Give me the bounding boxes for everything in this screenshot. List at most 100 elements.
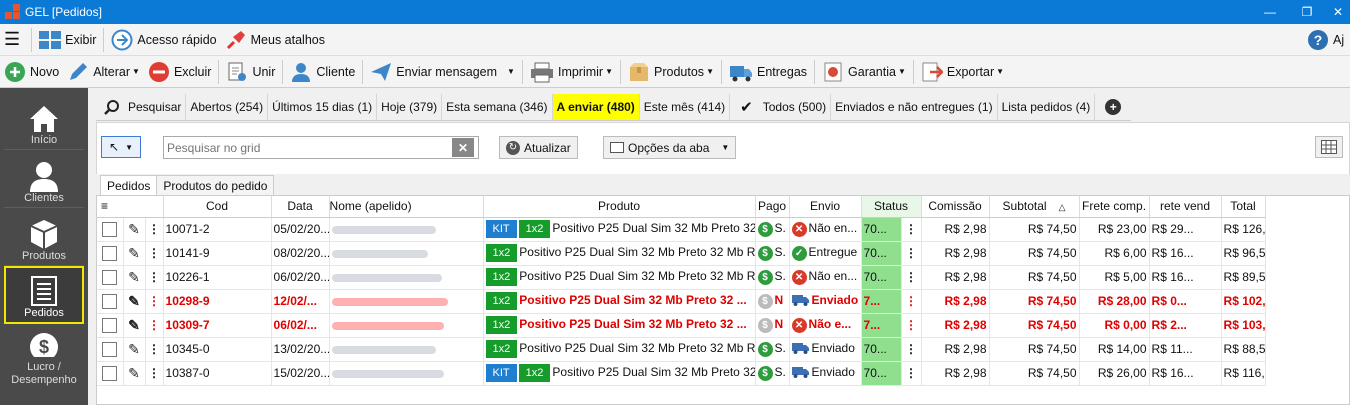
more-options-icon[interactable]: ⋮ bbox=[148, 246, 160, 260]
row-checkbox[interactable] bbox=[102, 317, 118, 333]
atualizar-button[interactable]: ↻ Atualizar bbox=[499, 136, 578, 159]
row-checkbox[interactable] bbox=[102, 221, 118, 237]
more-options-icon[interactable]: ⋮ bbox=[148, 318, 160, 332]
sidebar-item-inicio[interactable]: Início bbox=[4, 92, 84, 150]
row-checkbox[interactable] bbox=[102, 269, 118, 285]
clear-search-button[interactable]: ✕ bbox=[452, 138, 474, 157]
column-header[interactable]: Frete comp. bbox=[1079, 196, 1150, 218]
more-options-icon[interactable]: ⋮ bbox=[148, 294, 160, 308]
help-button[interactable]: ? Aj bbox=[1303, 26, 1348, 54]
column-header[interactable]: Nome (apelido) bbox=[329, 196, 484, 218]
row-checkbox[interactable] bbox=[102, 245, 118, 261]
more-options-icon[interactable]: ⋮ bbox=[148, 366, 160, 380]
meus-atalhos-button[interactable]: Meus atalhos bbox=[221, 26, 329, 54]
menu-cell[interactable]: ⋮ bbox=[145, 217, 164, 242]
exibir-button[interactable]: Exibir bbox=[35, 26, 100, 54]
edit-pencil-icon[interactable]: ✎ bbox=[128, 341, 140, 357]
menu-cell[interactable]: ⋮ bbox=[145, 313, 164, 338]
minimize-button[interactable]: — bbox=[1250, 0, 1290, 24]
tab-lista-pedidos-4[interactable]: Lista pedidos (4) bbox=[998, 94, 1096, 120]
column-header[interactable]: Produto bbox=[483, 196, 756, 218]
table-row[interactable]: ✎ ⋮ 10387-0 15/02/20... KIT 1x2 Positivo P25 D… bbox=[97, 361, 1350, 386]
column-header[interactable]: Envio bbox=[789, 196, 862, 218]
checkbox-cell[interactable] bbox=[97, 241, 124, 266]
cliente-button[interactable]: Cliente bbox=[286, 58, 359, 86]
checkbox-cell[interactable] bbox=[97, 313, 124, 338]
edit-cell[interactable]: ✎ bbox=[123, 337, 146, 362]
more-options-icon[interactable]: ⋮ bbox=[905, 366, 917, 380]
checkbox-cell[interactable] bbox=[97, 337, 124, 362]
novo-button[interactable]: Novo bbox=[0, 58, 63, 86]
column-header[interactable]: Cod bbox=[163, 196, 272, 218]
edit-cell[interactable]: ✎ bbox=[123, 241, 146, 266]
close-button[interactable]: ✕ bbox=[1318, 0, 1350, 24]
add-tab-button[interactable]: + bbox=[1095, 94, 1131, 120]
acesso-rapido-button[interactable]: Acesso rápido bbox=[107, 26, 220, 54]
table-row[interactable]: ✎ ⋮ 10309-7 06/02/... 1x2 Positivo P25 Dual S… bbox=[97, 313, 1350, 338]
column-chooser[interactable]: ≡ bbox=[97, 196, 164, 218]
edit-pencil-icon[interactable]: ✎ bbox=[128, 293, 140, 309]
sidebar-item-produtos[interactable]: Produtos bbox=[4, 208, 84, 266]
column-header[interactable]: Comissão bbox=[921, 196, 990, 218]
sidebar-item-clientes[interactable]: Clientes bbox=[4, 150, 84, 208]
more-options-icon[interactable]: ⋮ bbox=[905, 270, 917, 284]
edit-pencil-icon[interactable]: ✎ bbox=[128, 365, 140, 381]
menu-cell[interactable]: ⋮ bbox=[145, 289, 164, 314]
more-options-icon[interactable]: ⋮ bbox=[905, 342, 917, 356]
tab-abertos-254[interactable]: Abertos (254) bbox=[186, 94, 269, 120]
tab-a-enviar-480[interactable]: A enviar (480) bbox=[552, 94, 640, 120]
column-header[interactable]: Subtotal △ bbox=[989, 196, 1080, 218]
tab-pesquisar[interactable]: Pesquisar bbox=[96, 94, 187, 120]
checkbox-cell[interactable] bbox=[97, 289, 124, 314]
column-header[interactable]: Total bbox=[1221, 196, 1266, 218]
checkbox-cell[interactable] bbox=[97, 265, 124, 290]
table-row[interactable]: ✎ ⋮ 10298-9 12/02/... 1x2 Positivo P25 Dual S… bbox=[97, 289, 1350, 314]
more-options-icon[interactable]: ⋮ bbox=[148, 222, 160, 236]
menu-cell[interactable]: ⋮ bbox=[145, 241, 164, 266]
edit-pencil-icon[interactable]: ✎ bbox=[128, 245, 140, 261]
more-options-icon[interactable]: ⋮ bbox=[905, 246, 917, 260]
unir-button[interactable]: Unir bbox=[222, 58, 279, 86]
column-settings-button[interactable] bbox=[1315, 136, 1343, 158]
entregas-button[interactable]: Entregas bbox=[725, 58, 811, 86]
alterar-button[interactable]: Alterar ▼ bbox=[63, 58, 144, 86]
checkbox-cell[interactable] bbox=[97, 217, 124, 242]
table-row[interactable]: ✎ ⋮ 10141-9 08/02/20... 1x2 Positivo P25 Dual… bbox=[97, 241, 1350, 266]
edit-pencil-icon[interactable]: ✎ bbox=[128, 269, 140, 285]
row-checkbox[interactable] bbox=[102, 341, 118, 357]
edit-pencil-icon[interactable]: ✎ bbox=[128, 317, 140, 333]
more-options-icon[interactable]: ⋮ bbox=[905, 294, 917, 308]
tab-todos-500[interactable]: ✔ Todos (500) bbox=[730, 94, 832, 120]
excluir-button[interactable]: Excluir bbox=[144, 58, 216, 86]
row-checkbox[interactable] bbox=[102, 365, 118, 381]
menu-cell[interactable]: ⋮ bbox=[145, 265, 164, 290]
column-header[interactable]: rete vend bbox=[1149, 196, 1222, 218]
more-options-icon[interactable]: ⋮ bbox=[905, 318, 917, 332]
tab-hoje-379[interactable]: Hoje (379) bbox=[377, 94, 443, 120]
subtab-pedidos[interactable]: Pedidos bbox=[100, 175, 158, 195]
tab-enviados-e-n-o-entregues-1[interactable]: Enviados e não entregues (1) bbox=[831, 94, 998, 120]
exportar-button[interactable]: Exportar ▼ bbox=[917, 58, 1008, 86]
column-header[interactable]: Pago bbox=[755, 196, 790, 218]
search-input[interactable] bbox=[164, 137, 452, 158]
menu-cell[interactable]: ⋮ bbox=[145, 361, 164, 386]
edit-cell[interactable]: ✎ bbox=[123, 265, 146, 290]
enviar-mensagem-button[interactable]: Enviar mensagem ▼ bbox=[366, 58, 519, 86]
edit-cell[interactable]: ✎ bbox=[123, 289, 146, 314]
edit-pencil-icon[interactable]: ✎ bbox=[128, 221, 140, 237]
hamburger-menu[interactable]: ☰ bbox=[0, 26, 28, 54]
more-options-icon[interactable]: ⋮ bbox=[905, 222, 917, 236]
column-header[interactable]: Status bbox=[861, 196, 922, 218]
sidebar-item-lucro[interactable]: $ Lucro / Desempenho bbox=[4, 326, 84, 390]
menu-cell[interactable]: ⋮ bbox=[145, 337, 164, 362]
table-row[interactable]: ✎ ⋮ 10226-1 06/02/20... 1x2 Positivo P25 Dual… bbox=[97, 265, 1350, 290]
subtab-produtos-do-pedido[interactable]: Produtos do pedido bbox=[156, 175, 275, 195]
column-header[interactable]: Data bbox=[271, 196, 330, 218]
edit-cell[interactable]: ✎ bbox=[123, 217, 146, 242]
table-row[interactable]: ✎ ⋮ 10345-0 13/02/20... 1x2 Positivo P25 Dual… bbox=[97, 337, 1350, 362]
edit-cell[interactable]: ✎ bbox=[123, 313, 146, 338]
more-options-icon[interactable]: ⋮ bbox=[148, 342, 160, 356]
more-options-icon[interactable]: ⋮ bbox=[148, 270, 160, 284]
tab-esta-semana-346[interactable]: Esta semana (346) bbox=[442, 94, 553, 120]
imprimir-button[interactable]: Imprimir ▼ bbox=[526, 58, 617, 86]
